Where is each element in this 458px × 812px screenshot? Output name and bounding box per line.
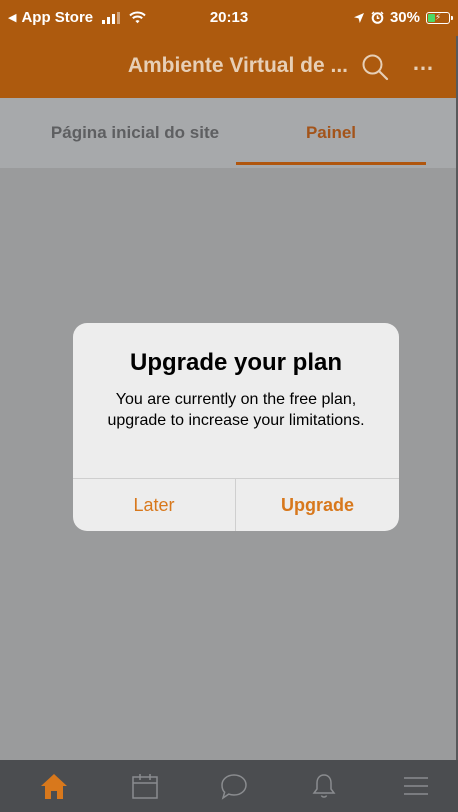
home-icon bbox=[41, 774, 67, 799]
bottom-tab-home[interactable] bbox=[22, 760, 86, 812]
bottom-tab-bar bbox=[0, 760, 458, 812]
bottom-tab-messages[interactable] bbox=[202, 760, 266, 812]
bottom-tab-calendar[interactable] bbox=[113, 760, 177, 812]
chat-icon bbox=[221, 774, 247, 800]
search-icon[interactable] bbox=[360, 52, 390, 82]
upgrade-button[interactable]: Upgrade bbox=[236, 479, 399, 531]
more-icon[interactable]: … bbox=[412, 50, 435, 76]
tab-bar: Página inicial do site Painel bbox=[0, 98, 458, 168]
battery-charging-icon: ⚡ bbox=[426, 11, 453, 24]
menu-icon bbox=[404, 777, 428, 795]
location-icon bbox=[353, 12, 364, 23]
navigation-bar: Ambiente Virtual de ... … bbox=[0, 36, 458, 98]
status-right: 30% ⚡ bbox=[353, 9, 453, 26]
tab-site-home[interactable]: Página inicial do site bbox=[30, 98, 240, 168]
alarm-icon bbox=[371, 11, 384, 24]
dialog-message: You are currently on the free plan, upgr… bbox=[107, 391, 365, 429]
selected-tab-indicator bbox=[236, 162, 426, 165]
tab-painel[interactable]: Painel bbox=[236, 98, 426, 168]
bottom-tab-more[interactable] bbox=[384, 760, 448, 812]
bell-icon bbox=[312, 774, 336, 798]
page-title: Ambiente Virtual de ... bbox=[127, 54, 348, 77]
bottom-tab-notifications[interactable] bbox=[292, 760, 356, 812]
charging-bolt-icon: ⚡ bbox=[434, 12, 442, 22]
calendar-icon bbox=[132, 774, 158, 799]
status-bar: ◀ App Store 20:13 30% ⚡ bbox=[0, 0, 458, 36]
dialog-title: Upgrade your plan bbox=[129, 349, 343, 376]
battery-percent: 30% bbox=[389, 9, 420, 26]
upgrade-dialog: Upgrade your plan You are currently on t… bbox=[73, 323, 399, 531]
battery-level bbox=[428, 13, 435, 22]
later-button[interactable]: Later bbox=[73, 479, 235, 531]
